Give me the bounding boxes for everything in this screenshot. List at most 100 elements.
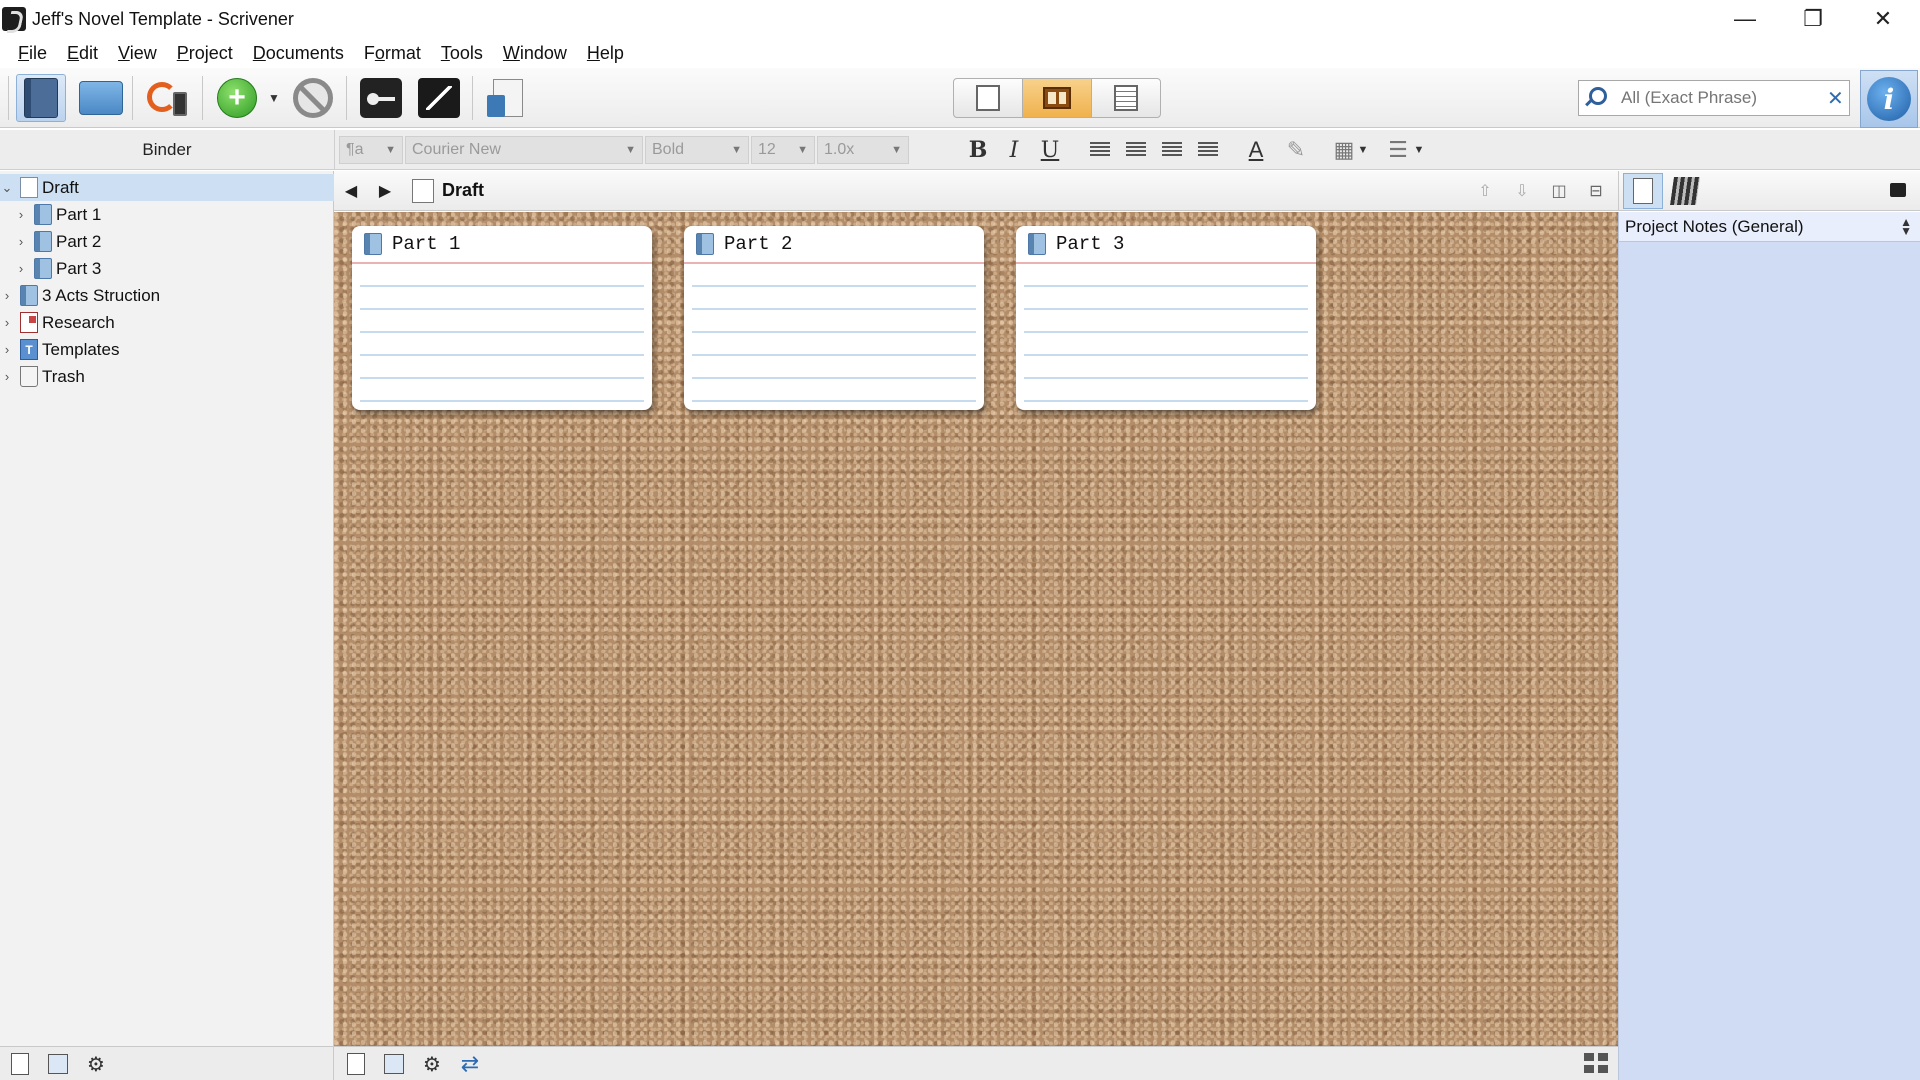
project-notes-editor[interactable] (1619, 242, 1919, 1080)
expand-icon[interactable]: › (0, 315, 14, 330)
index-card[interactable]: Part 2 (684, 226, 984, 410)
menu-edit[interactable]: Edit (57, 43, 108, 64)
delete-icon (293, 78, 333, 118)
line-spacing-select[interactable]: 1.0x ▼ (817, 136, 909, 164)
corkboard-grid-button[interactable] (1582, 1051, 1610, 1077)
close-button[interactable]: ✕ (1848, 0, 1918, 38)
restore-button[interactable]: ❐ (1778, 0, 1848, 38)
expand-icon[interactable]: › (14, 234, 28, 249)
navigate-forward-button[interactable]: ▶ (368, 181, 402, 201)
expand-icon[interactable]: › (14, 261, 28, 276)
new-document-button[interactable] (6, 1051, 34, 1077)
align-justify-button[interactable] (1157, 136, 1187, 164)
minimize-button[interactable]: — (1710, 0, 1780, 38)
binder-item-part-2[interactable]: › Part 2 (0, 228, 334, 255)
text-color-button[interactable]: A (1241, 136, 1271, 164)
clear-search-icon[interactable]: ✕ (1827, 86, 1844, 111)
scrivenings-mode-button[interactable] (954, 79, 1023, 117)
italic-button[interactable]: I (999, 136, 1029, 164)
folder-icon (34, 258, 52, 279)
swap-orientation-button[interactable]: ⇄ (456, 1051, 484, 1077)
lock-icon[interactable] (1890, 183, 1906, 197)
binder-item-research[interactable]: › Research (0, 309, 334, 336)
font-size-select[interactable]: 12 ▼ (751, 136, 815, 164)
align-left-button[interactable] (1085, 136, 1115, 164)
collapse-icon[interactable]: ⌄ (0, 180, 14, 196)
expand-icon[interactable]: › (0, 288, 14, 303)
new-folder-button[interactable] (44, 1051, 72, 1077)
menu-tools[interactable]: Tools (431, 43, 493, 64)
add-item-button[interactable]: + (212, 74, 262, 122)
highlight-button[interactable]: ✎ (1281, 136, 1311, 164)
document-icon (976, 85, 1000, 111)
arrow-up-icon[interactable]: ⇧ (1474, 181, 1496, 201)
menu-format[interactable]: Format (354, 43, 431, 64)
new-folder-button[interactable] (380, 1051, 408, 1077)
binder-item-3-acts-struction[interactable]: › 3 Acts Struction (0, 282, 334, 309)
expand-icon[interactable]: › (0, 342, 14, 357)
align-justify-icon (1162, 142, 1182, 158)
compile-button[interactable] (480, 74, 530, 122)
inspector-notes-tab[interactable] (1623, 173, 1663, 209)
bold-button[interactable]: B (963, 136, 993, 164)
align-right-button[interactable] (1193, 136, 1223, 164)
composition-mode-button[interactable] (414, 74, 464, 122)
card-title[interactable]: Part 3 (1056, 233, 1124, 255)
keywords-button[interactable] (356, 74, 406, 122)
align-right-icon (1198, 142, 1218, 158)
card-synopsis[interactable] (1024, 264, 1308, 410)
underline-button[interactable]: U (1035, 136, 1065, 164)
arrow-down-icon[interactable]: ⇩ (1511, 181, 1533, 201)
card-title[interactable]: Part 1 (392, 233, 460, 255)
menu-window[interactable]: Window (493, 43, 577, 64)
font-family-select[interactable]: Courier New ▼ (405, 136, 643, 164)
search-input[interactable] (1621, 88, 1821, 108)
move-to-trash-button[interactable] (288, 74, 338, 122)
card-synopsis[interactable] (692, 264, 976, 410)
search-icon[interactable] (1585, 87, 1615, 109)
menu-documents[interactable]: Documents (243, 43, 354, 64)
scrivener-app-icon[interactable] (2, 7, 26, 31)
add-item-dropdown[interactable]: ▼ (262, 74, 286, 122)
index-card[interactable]: Part 1 (352, 226, 652, 410)
menu-file[interactable]: File (8, 43, 57, 64)
keywords-icon (360, 78, 402, 118)
binder-toggle-button[interactable] (16, 74, 66, 122)
binder-item-templates[interactable]: › T Templates (0, 336, 334, 363)
search-field[interactable]: ✕ (1578, 80, 1850, 116)
expand-icon[interactable]: › (14, 207, 28, 222)
corkboard[interactable]: Part 1 Part 2 Part 3 (334, 212, 1618, 1046)
inspector-bookmarks-tab[interactable] (1665, 173, 1705, 209)
inspector-toggle-button[interactable]: i (1860, 70, 1918, 128)
outliner-mode-button[interactable] (1092, 79, 1160, 117)
corkboard-mode-button[interactable] (1023, 79, 1092, 117)
binder-item-part-1[interactable]: › Part 1 (0, 201, 334, 228)
binder-item-draft[interactable]: ⌄ Draft (0, 174, 334, 201)
split-horizontal-icon[interactable]: ⊟ (1585, 181, 1607, 201)
typeface-select[interactable]: Bold ▼ (645, 136, 749, 164)
align-center-button[interactable] (1121, 136, 1151, 164)
corkboard-settings-button[interactable]: ⚙ (418, 1051, 446, 1077)
index-card[interactable]: Part 3 (1016, 226, 1316, 410)
binder-settings-button[interactable]: ⚙ (82, 1051, 110, 1077)
binder-item-trash[interactable]: › Trash (0, 363, 334, 390)
list-dropdown[interactable]: ▼ (1411, 136, 1427, 164)
paragraph-style-select[interactable]: ¶a ▼ (339, 136, 403, 164)
navigate-back-button[interactable]: ◀ (334, 181, 368, 201)
document-icon[interactable] (412, 178, 434, 203)
menu-view[interactable]: View (108, 43, 167, 64)
split-vertical-icon[interactable]: ◫ (1548, 181, 1570, 201)
card-synopsis[interactable] (360, 264, 644, 410)
menu-help[interactable]: Help (577, 43, 634, 64)
table-icon: ▦ (1333, 137, 1355, 162)
expand-icon[interactable]: › (0, 369, 14, 384)
card-title[interactable]: Part 2 (724, 233, 792, 255)
table-dropdown[interactable]: ▼ (1355, 136, 1371, 164)
notes-selector[interactable]: Project Notes (General) ▲ ▼ (1619, 212, 1920, 242)
menu-project[interactable]: Project (167, 43, 243, 64)
list-button[interactable]: ☰ (1383, 136, 1413, 164)
sync-mobile-button[interactable] (142, 74, 192, 122)
new-document-button[interactable] (342, 1051, 370, 1077)
binder-item-part-3[interactable]: › Part 3 (0, 255, 334, 282)
open-folder-button[interactable] (76, 74, 126, 122)
